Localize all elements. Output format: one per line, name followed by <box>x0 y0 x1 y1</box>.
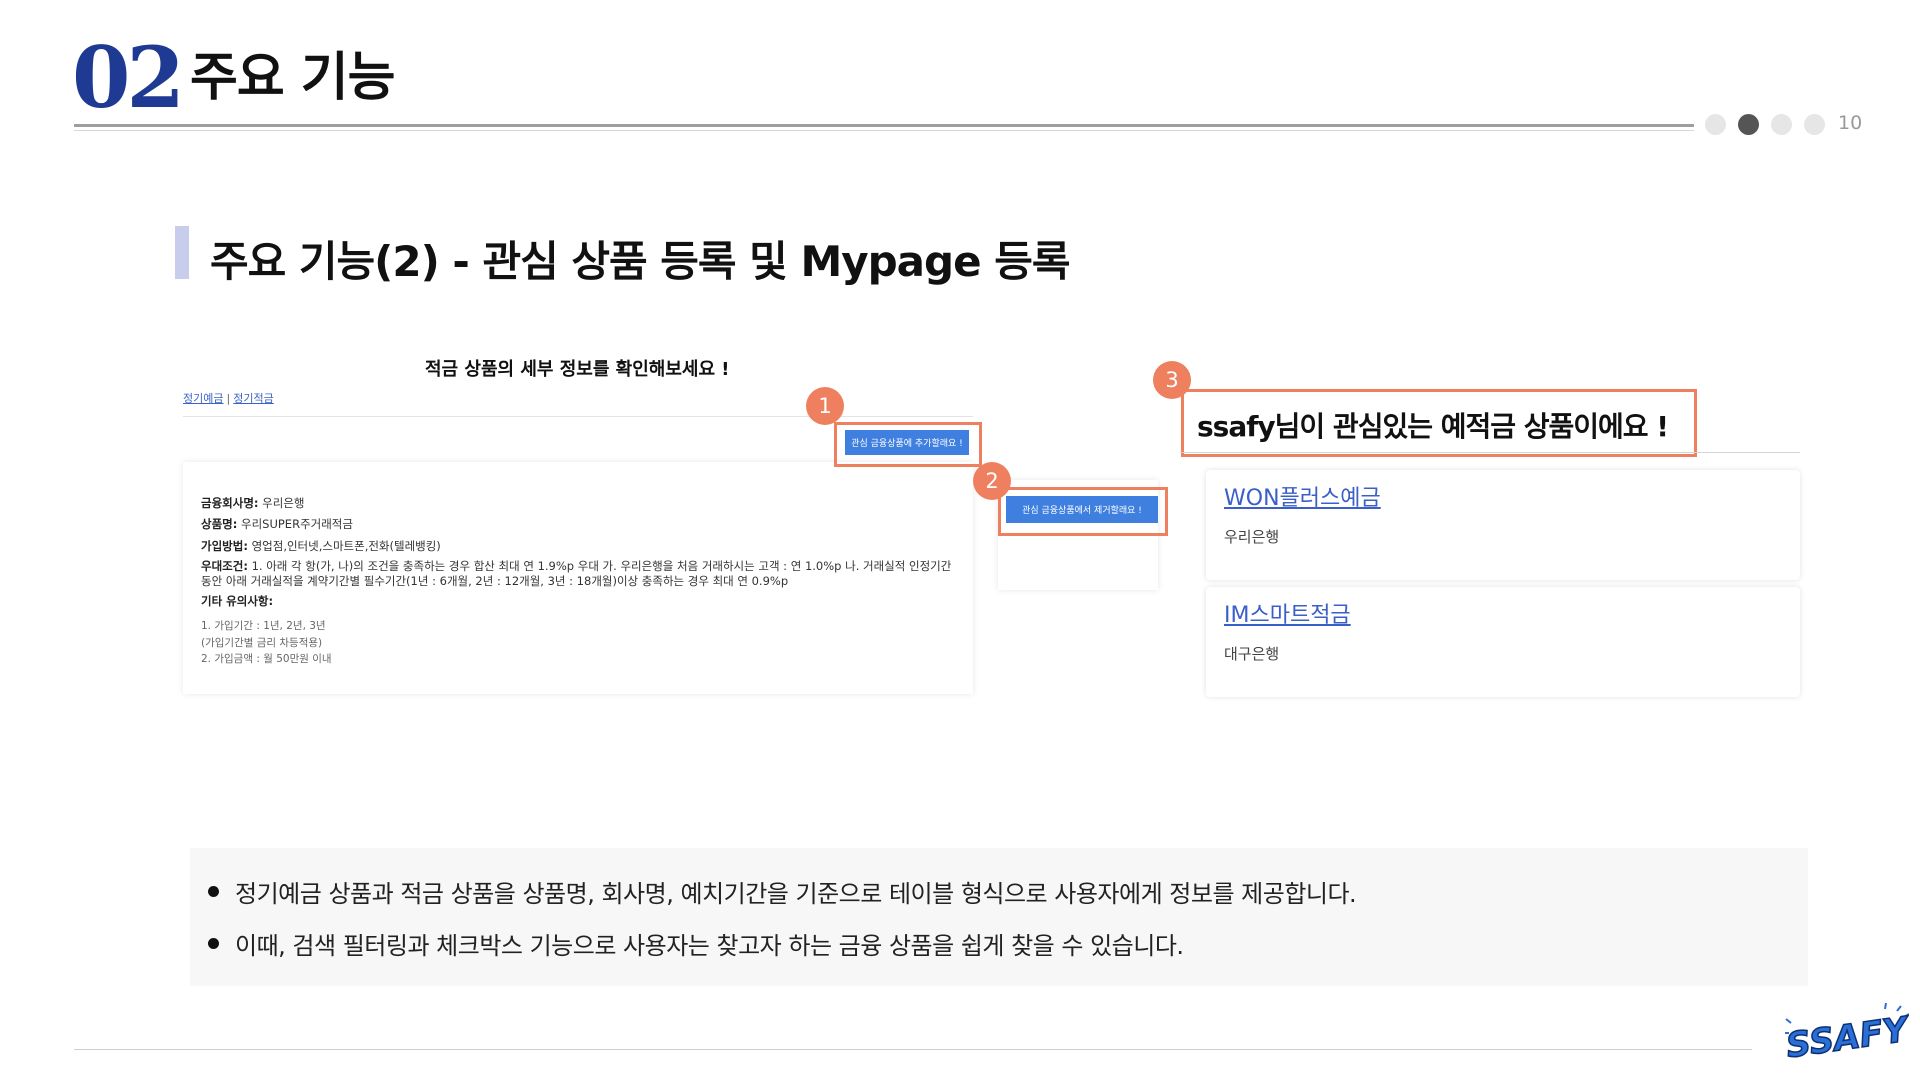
pref-value: 1. 아래 각 항(가, 나)의 조건을 충족하는 경우 합산 최대 연 1.9… <box>201 558 952 588</box>
link-separator: | <box>226 392 231 405</box>
favorite-product-card[interactable]: IM스마트적금 대구은행 <box>1206 587 1800 697</box>
product-type-links: 정기예금 | 정기적금 <box>183 390 274 406</box>
etc-label: 기타 유의사항: <box>201 593 274 608</box>
highlight-box-3 <box>1181 389 1697 457</box>
product-details: 금융회사명: 우리은행 상품명: 우리SUPER주거래적금 가입방법: 영업점,… <box>201 495 961 668</box>
pref-label: 우대조건: <box>201 558 248 573</box>
detail-method: 가입방법: 영업점,인터넷,스마트폰,전화(텔레뱅킹) <box>201 538 961 555</box>
slide-dot <box>1705 114 1726 135</box>
link-deposit[interactable]: 정기예금 <box>183 392 223 405</box>
step-badge-1: 1 <box>806 387 844 425</box>
section-number: 02 <box>72 28 185 127</box>
favorite-product-link[interactable]: WON플러스예금 <box>1224 480 1381 512</box>
detail-preference: 우대조건: 1. 아래 각 항(가, 나)의 조건을 충족하는 경우 합산 최대… <box>201 559 961 589</box>
favorite-product-card[interactable]: WON플러스예금 우리은행 <box>1206 470 1800 580</box>
section-title-bar <box>175 226 189 279</box>
description-item: 정기예금 상품과 적금 상품을 상품명, 회사명, 예치기간을 기준으로 테이블… <box>208 874 1357 909</box>
company-label: 금융회사명: <box>201 496 259 510</box>
slide-indicator <box>1705 114 1825 135</box>
detail-company: 금융회사명: 우리은행 <box>201 495 961 512</box>
etc-line: (가입기간별 금리 차등적용) <box>201 636 323 649</box>
etc-line: 2. 가입금액 : 월 50만원 이내 <box>201 653 332 666</box>
highlight-box-2 <box>998 487 1168 536</box>
svg-text:SSAFY: SSAFY <box>1785 1009 1909 1065</box>
etc-line: 1. 가입기간 : 1년, 2년, 3년 <box>201 619 326 632</box>
product-label: 상품명: <box>201 517 238 532</box>
company-value: 우리은행 <box>262 496 305 510</box>
bullet-icon <box>208 886 219 897</box>
link-savings[interactable]: 정기적금 <box>233 392 273 405</box>
description-text: 정기예금 상품과 적금 상품을 상품명, 회사명, 예치기간을 기준으로 테이블… <box>235 880 1357 908</box>
header-divider <box>74 124 1694 127</box>
detail-divider <box>183 416 973 417</box>
description-item: 이때, 검색 필터링과 체크박스 기능으로 사용자는 찾고자 하는 금융 상품을… <box>208 926 1356 961</box>
product-value: 우리SUPER주거래적금 <box>241 517 353 532</box>
favorites-divider <box>1180 452 1800 453</box>
favorite-product-bank: 대구은행 <box>1224 645 1280 663</box>
page-title: 주요 기능 <box>190 48 395 108</box>
bullet-icon <box>208 938 219 949</box>
description-list: 정기예금 상품과 적금 상품을 상품명, 회사명, 예치기간을 기준으로 테이블… <box>208 874 1357 978</box>
favorite-product-bank: 우리은행 <box>1224 528 1280 546</box>
detail-product: 상품명: 우리SUPER주거래적금 <box>201 516 961 533</box>
header-divider-thin <box>74 130 1694 131</box>
slide-dot <box>1771 114 1792 135</box>
description-box: 정기예금 상품과 적금 상품을 상품명, 회사명, 예치기간을 기준으로 테이블… <box>190 848 1808 986</box>
detail-heading: 적금 상품의 세부 정보를 확인해보세요 ! <box>425 359 730 380</box>
description-text: 이때, 검색 필터링과 체크박스 기능으로 사용자는 찾고자 하는 금융 상품을… <box>235 932 1184 960</box>
method-label: 가입방법: <box>201 538 248 553</box>
method-value: 영업점,인터넷,스마트폰,전화(텔레뱅킹) <box>251 538 441 553</box>
footer-divider <box>74 1049 1752 1050</box>
slide-dot-active <box>1738 114 1759 135</box>
step-badge-3: 3 <box>1153 361 1191 399</box>
slide-dot <box>1804 114 1825 135</box>
page-number: 10 <box>1838 112 1863 134</box>
etc-notes: 1. 가입기간 : 1년, 2년, 3년 (가입기간별 금리 차등적용) 2. … <box>201 618 961 668</box>
section-title: 주요 기능(2) - 관심 상품 등록 및 Mypage 등록 <box>210 237 1070 286</box>
step-badge-2: 2 <box>973 462 1011 500</box>
highlight-box-1 <box>834 422 982 467</box>
ssafy-logo: SSAFY <box>1785 1003 1909 1065</box>
favorite-product-link[interactable]: IM스마트적금 <box>1224 597 1351 629</box>
detail-etc: 기타 유의사항: <box>201 593 961 610</box>
